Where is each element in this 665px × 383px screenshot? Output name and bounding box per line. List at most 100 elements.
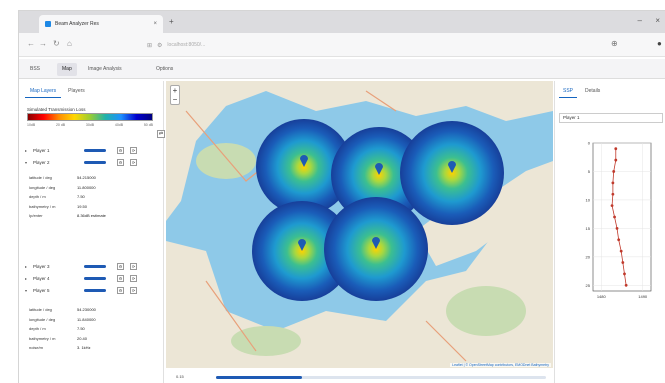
player-settings-button[interactable]: ⚙	[117, 287, 124, 294]
reload-icon[interactable]: ↻	[53, 39, 60, 48]
forest-area	[196, 143, 256, 179]
colorbar-ticks: 10dB 20 dB 30dB 40dB 50 dB	[27, 123, 153, 127]
ssp-point	[614, 147, 618, 151]
tab-map[interactable]: Map	[57, 63, 77, 76]
ssp-point	[617, 238, 621, 242]
player-opacity-slider[interactable]	[84, 149, 106, 152]
left-subtabs: Map Layers Players	[25, 85, 90, 98]
forest-area	[446, 286, 526, 336]
y-tick-label: 20	[586, 254, 591, 259]
home-icon[interactable]: ⌂	[67, 39, 72, 48]
tab-options[interactable]: Options	[151, 63, 178, 76]
detail-row: depth / m 7.50	[29, 192, 154, 202]
tab-image-analysis[interactable]: Image Analysis	[83, 63, 127, 76]
player-refresh-button[interactable]: ⟳	[130, 147, 137, 154]
y-tick-label: 25	[586, 283, 591, 288]
player-refresh-button[interactable]: ⟳	[130, 159, 137, 166]
detail-row: longitude / deg 11.800000	[29, 183, 154, 193]
colorbar-tick: 20 dB	[55, 123, 66, 127]
tab-map-layers[interactable]: Map Layers	[25, 85, 62, 98]
detail-row: latitude / deg 54.230000	[29, 305, 154, 315]
chevron-right-icon[interactable]: ▸	[25, 264, 30, 269]
forward-icon[interactable]: →	[39, 39, 47, 48]
time-slider-bar: 0.15	[166, 370, 553, 383]
player-opacity-slider[interactable]	[84, 161, 106, 164]
back-icon[interactable]: ←	[27, 39, 35, 48]
close-window-icon[interactable]: ×	[655, 16, 660, 25]
colorbar-tick: 30dB	[85, 123, 95, 127]
tab-players[interactable]: Players	[63, 85, 90, 98]
plot-area	[592, 142, 652, 292]
browser-tab[interactable]: Beam Analyzer Res ×	[39, 15, 163, 33]
player-settings-button[interactable]: ⚙	[117, 275, 124, 282]
y-tick-label: 0	[588, 141, 591, 146]
colorbar-swap-button[interactable]: ⇄	[157, 130, 165, 138]
tab-ssp[interactable]: SSP	[559, 85, 578, 98]
profile-icon[interactable]: ●	[657, 39, 662, 48]
player-settings-button[interactable]: ⚙	[117, 147, 124, 154]
player-row[interactable]: ▸ Player 1 ⚙ ⟳	[25, 145, 158, 156]
map-canvas[interactable]	[166, 81, 553, 368]
player-settings-button[interactable]: ⚙	[117, 263, 124, 270]
zoom-in-button[interactable]: +	[171, 86, 179, 95]
chevron-right-icon[interactable]: ▸	[25, 148, 30, 153]
player-refresh-button[interactable]: ⟳	[130, 263, 137, 270]
detail-key: bathymetry / m	[29, 335, 56, 341]
detail-row: noise/m 3. 1kHz	[29, 343, 154, 353]
player-row[interactable]: ▾ Player 2 ⚙ ⟳	[25, 157, 158, 168]
detail-row: latitude / deg 54.215000	[29, 173, 154, 183]
ssp-point	[621, 261, 625, 264]
time-slider[interactable]	[216, 376, 546, 379]
detail-value: 7.50	[77, 194, 85, 200]
map-attribution[interactable]: Leaflet | © OpenStreetMap contributors, …	[450, 363, 551, 367]
player-settings-button[interactable]: ⚙	[117, 159, 124, 166]
detail-row: bathymetry / m 20.40	[29, 334, 154, 344]
chevron-right-icon[interactable]: ▸	[25, 276, 30, 281]
ssp-point	[611, 192, 615, 196]
player-name: Player 4	[33, 276, 50, 281]
colorbar-label: Simulated Transmission Loss	[27, 107, 86, 112]
site-settings-icon[interactable]: ⚙	[157, 42, 162, 49]
detail-key: longitude / deg	[29, 316, 56, 322]
player-opacity-slider[interactable]	[84, 277, 106, 280]
ssp-point	[612, 170, 616, 173]
colorbar-tick: 50 dB	[143, 123, 153, 127]
player-row[interactable]: ▾ Player 5 ⚙ ⟳	[25, 285, 158, 296]
y-tick-label: 15	[586, 226, 591, 231]
ssp-chart: 0 5 10 15 20 25 1480 1490	[586, 141, 652, 299]
detail-value: 54.215000	[77, 175, 96, 181]
x-tick-label: 1480	[597, 294, 607, 299]
player-refresh-button[interactable]: ⟳	[130, 275, 137, 282]
ssp-point	[615, 226, 619, 230]
tab-close-icon[interactable]: ×	[153, 21, 157, 27]
tab-details[interactable]: Details	[581, 85, 604, 98]
player-row[interactable]: ▸ Player 4 ⚙ ⟳	[25, 273, 158, 284]
detail-value: 7.50	[77, 326, 85, 332]
zoom-out-button[interactable]: −	[171, 95, 179, 104]
player-name: Player 3	[33, 264, 50, 269]
time-slider-fill	[216, 376, 302, 379]
chevron-down-icon[interactable]: ▾	[25, 160, 30, 165]
address-text[interactable]: localhost:8050/...	[167, 42, 205, 48]
player-row[interactable]: ▸ Player 3 ⚙ ⟳	[25, 261, 158, 272]
tab-bss[interactable]: BSS	[25, 63, 45, 76]
chevron-down-icon[interactable]: ▾	[25, 288, 30, 293]
ssp-point	[623, 272, 626, 276]
detail-value: 11.840000	[77, 316, 96, 322]
detail-value: 19.50	[77, 203, 88, 209]
player-opacity-slider[interactable]	[84, 289, 106, 292]
site-info-icon[interactable]: ⊞	[147, 42, 152, 49]
new-tab-icon[interactable]: +	[169, 17, 174, 26]
detail-key: latitude / deg	[29, 175, 52, 181]
player-refresh-button[interactable]: ⟳	[130, 287, 137, 294]
left-panel: Map Layers Players Simulated Transmissio…	[19, 81, 165, 383]
ssp-point	[613, 215, 616, 219]
ssp-point	[619, 249, 623, 253]
minimize-icon[interactable]: –	[638, 16, 642, 25]
map-view[interactable]: + − Leaflet | © OpenStreetMap contributo…	[166, 81, 553, 368]
player-select[interactable]: Player 1	[559, 113, 663, 123]
player-opacity-slider[interactable]	[84, 265, 106, 268]
address-bar[interactable]: ⊞ ⚙ localhost:8050/...	[147, 38, 417, 52]
app-tabs: BSS Map Image Analysis Options	[19, 59, 665, 79]
extensions-icon[interactable]: ⊕	[611, 39, 618, 48]
